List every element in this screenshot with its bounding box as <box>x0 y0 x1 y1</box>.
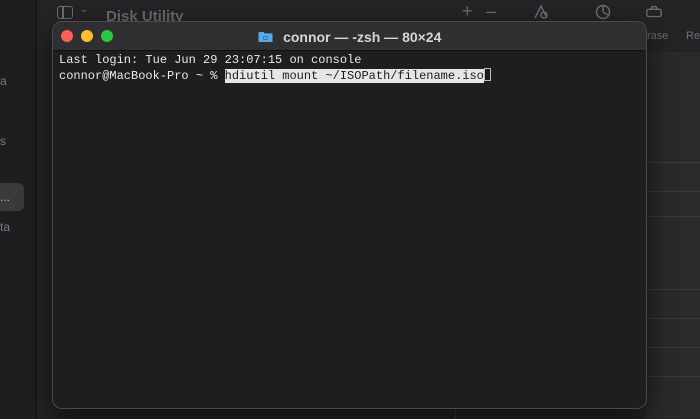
terminal-titlebar[interactable]: connor — -zsh — 80×24 <box>53 22 646 51</box>
shell-prompt: connor@MacBook-Pro ~ % <box>59 69 225 83</box>
erase-icon[interactable] <box>645 4 663 20</box>
remove-volume-button[interactable]: – <box>486 1 496 22</box>
sidebar-fragment[interactable]: ta <box>0 220 10 234</box>
selected-command[interactable]: hdiutil mount ~/ISOPath/filename.iso <box>224 69 484 83</box>
terminal-title: connor — -zsh — 80×24 <box>283 28 442 45</box>
info-row-divider <box>646 162 700 163</box>
terminal-title-area: connor — -zsh — 80×24 <box>53 28 646 46</box>
info-row-divider <box>646 191 700 192</box>
prompt-line[interactable]: connor@MacBook-Pro ~ % hdiutil mount ~/I… <box>59 68 640 84</box>
terminal-window[interactable]: connor — -zsh — 80×24 Last login: Tue Ju… <box>52 21 647 409</box>
info-row-divider <box>646 376 700 377</box>
info-row-divider <box>646 289 700 290</box>
add-volume-button[interactable]: + <box>462 1 473 22</box>
last-login-line: Last login: Tue Jun 29 23:07:15 on conso… <box>59 53 362 67</box>
info-panel <box>646 52 700 419</box>
info-row-divider <box>646 216 700 217</box>
sidebar-fragment[interactable]: s <box>0 134 6 148</box>
folder-icon <box>258 31 273 42</box>
erase-button-label[interactable]: rase <box>647 30 668 42</box>
sidebar-toggle-icon[interactable] <box>57 6 73 19</box>
info-row-divider <box>646 347 700 348</box>
info-row-divider <box>646 318 700 319</box>
sidebar-fragment[interactable]: a <box>0 74 7 88</box>
restore-button-label[interactable]: Re <box>686 30 700 42</box>
first-aid-icon[interactable] <box>532 4 550 20</box>
sidebar-fragment[interactable]: ... <box>0 190 10 204</box>
chevron-down-icon[interactable]: ⌄ <box>80 4 88 15</box>
partition-icon[interactable] <box>594 4 612 20</box>
terminal-output[interactable]: Last login: Tue Jun 29 23:07:15 on conso… <box>59 53 640 402</box>
text-cursor <box>483 68 491 81</box>
